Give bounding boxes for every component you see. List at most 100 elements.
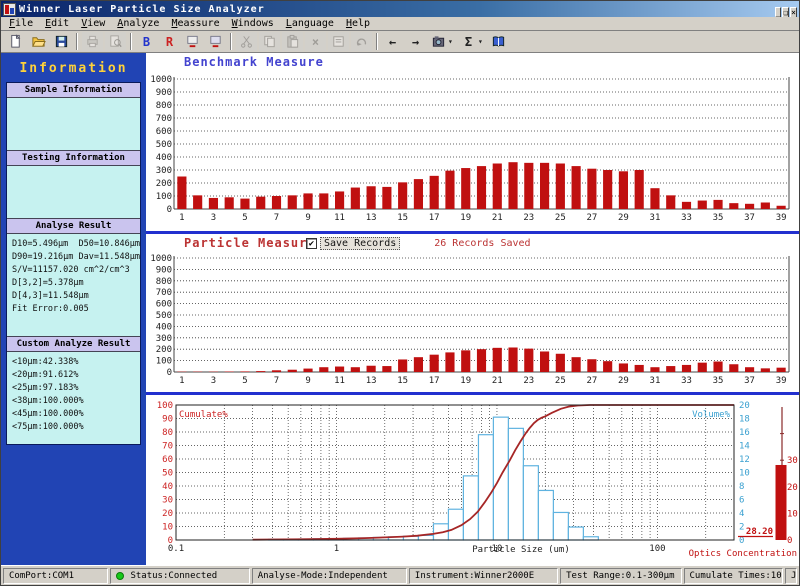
svg-text:3: 3 [211, 376, 216, 386]
status-test-range: Test Range:0.1-300μm [560, 568, 681, 584]
new-document-button[interactable] [5, 32, 26, 51]
svg-text:80: 80 [162, 428, 173, 438]
svg-text:19: 19 [460, 213, 471, 223]
svg-text:90: 90 [162, 415, 173, 425]
svg-text:11: 11 [334, 213, 345, 223]
status-jinan-winner-particle-technology-co-ltd: Jinan Winner Particle Technology Co.,Ltd [785, 568, 797, 584]
toolbar-separator [376, 33, 378, 50]
save-file-button[interactable] [51, 32, 72, 51]
svg-text:0: 0 [787, 536, 792, 546]
svg-text:400: 400 [156, 153, 172, 163]
toolbar: BR×←→▾Σ▾ [1, 31, 799, 53]
red-r-button[interactable]: R [159, 32, 180, 51]
benchmark-screen-icon [185, 34, 200, 49]
connection-led [116, 572, 124, 580]
menu-view[interactable]: View [75, 17, 111, 30]
close-button[interactable]: × [790, 7, 797, 18]
svg-text:800: 800 [156, 277, 172, 287]
distribution-panel: 010203040506070809010002468101214161820C… [146, 395, 799, 565]
svg-text:27: 27 [586, 213, 597, 223]
svg-text:33: 33 [681, 376, 692, 386]
svg-text:23: 23 [523, 213, 534, 223]
sigma-button[interactable]: Σ [458, 32, 479, 51]
particle-measuring-chart: 1002003004005006007008009001000013579111… [146, 252, 800, 390]
back-arrow-button[interactable]: ← [382, 32, 403, 51]
information-sidebar: Information Sample InformationTesting In… [1, 53, 146, 565]
svg-text:21: 21 [492, 213, 503, 223]
svg-text:35: 35 [713, 213, 724, 223]
svg-text:Particle Size (um): Particle Size (um) [472, 545, 570, 555]
svg-text:300: 300 [156, 334, 172, 344]
svg-text:29: 29 [618, 376, 629, 386]
svg-text:6: 6 [739, 496, 744, 506]
svg-text:100: 100 [156, 192, 172, 202]
paste-button [282, 32, 303, 51]
result-line: S/V=11157.020 cm^2/cm^3 [12, 264, 136, 277]
svg-text:27: 27 [586, 376, 597, 386]
menu-edit[interactable]: Edit [39, 17, 75, 30]
svg-text:900: 900 [156, 265, 172, 275]
sigma-dropdown-caret[interactable]: ▾ [478, 37, 487, 46]
open-file-icon [31, 34, 46, 49]
forward-arrow-button[interactable]: → [405, 32, 426, 51]
svg-text:15: 15 [397, 376, 408, 386]
result-line: <75μm:100.000% [12, 421, 136, 434]
svg-text:1: 1 [334, 544, 339, 554]
properties-icon [331, 34, 346, 49]
charts-area: Benchmark Measure 1002003004005006007008… [146, 53, 799, 565]
restore-button[interactable]: ❏ [782, 7, 789, 18]
svg-text:30: 30 [162, 496, 173, 506]
minimize-button[interactable]: _ [775, 7, 782, 18]
capture-report-dropdown-caret[interactable]: ▾ [448, 37, 457, 46]
save-records-label[interactable]: Save Records [320, 237, 400, 250]
save-records-checkbox[interactable]: ✔ [306, 238, 317, 249]
svg-text:2: 2 [739, 523, 744, 533]
copy-icon [262, 34, 277, 49]
section-header-custom-analyze-result: Custom Analyze Result [7, 336, 140, 352]
svg-text:100: 100 [649, 544, 665, 554]
svg-text:39: 39 [776, 376, 787, 386]
result-line: Fit Error:0.005 [12, 303, 136, 316]
svg-text:1000: 1000 [150, 254, 172, 264]
benchmark-measure-chart: 1002003004005006007008009001000013579111… [146, 71, 800, 231]
cut-icon [239, 34, 254, 49]
help-book-button[interactable] [488, 32, 509, 51]
bold-b-button[interactable]: B [136, 32, 157, 51]
svg-text:40: 40 [162, 482, 173, 492]
section-sample-information: Sample Information [7, 83, 140, 150]
svg-text:70: 70 [162, 442, 173, 452]
svg-text:33: 33 [681, 213, 692, 223]
svg-text:700: 700 [156, 114, 172, 124]
capture-report-button[interactable] [428, 32, 449, 51]
svg-text:10: 10 [787, 509, 798, 519]
open-file-button[interactable] [28, 32, 49, 51]
svg-text:13: 13 [366, 376, 377, 386]
svg-text:5: 5 [242, 213, 247, 223]
paste-icon [285, 34, 300, 49]
benchmark-screen-button[interactable] [182, 32, 203, 51]
particle-measuring-title: Particle Measuring [184, 236, 306, 250]
section-body-sample-information [7, 98, 140, 150]
menu-windows[interactable]: Windows [226, 17, 280, 30]
new-document-icon [8, 34, 23, 49]
menu-file[interactable]: File [3, 17, 39, 30]
menu-language[interactable]: Language [280, 17, 340, 30]
sample-screen-button[interactable] [205, 32, 226, 51]
status-comport: ComPort:COM1 [3, 568, 108, 584]
menu-help[interactable]: Help [340, 17, 376, 30]
svg-text:7: 7 [274, 376, 279, 386]
menu-analyze[interactable]: Analyze [111, 17, 165, 30]
svg-text:600: 600 [156, 127, 172, 137]
section-body-analyse-result: D10=5.496μm D50=10.846μmD90=19.216μm Dav… [7, 234, 140, 336]
menu-meassure[interactable]: Meassure [165, 17, 225, 30]
svg-text:1: 1 [179, 376, 184, 386]
print-button [82, 32, 103, 51]
capture-report-icon [431, 34, 446, 49]
svg-text:14: 14 [739, 442, 750, 452]
svg-text:31: 31 [650, 213, 661, 223]
app-window: Winner Laser Particle Size Analyzer _❏× … [0, 0, 800, 586]
section-header-testing-information: Testing Information [7, 150, 140, 166]
status-cumulate-times: Cumulate Times:10 [684, 568, 784, 584]
information-box: Sample InformationTesting InformationAna… [6, 82, 141, 445]
svg-text:50: 50 [162, 469, 173, 479]
